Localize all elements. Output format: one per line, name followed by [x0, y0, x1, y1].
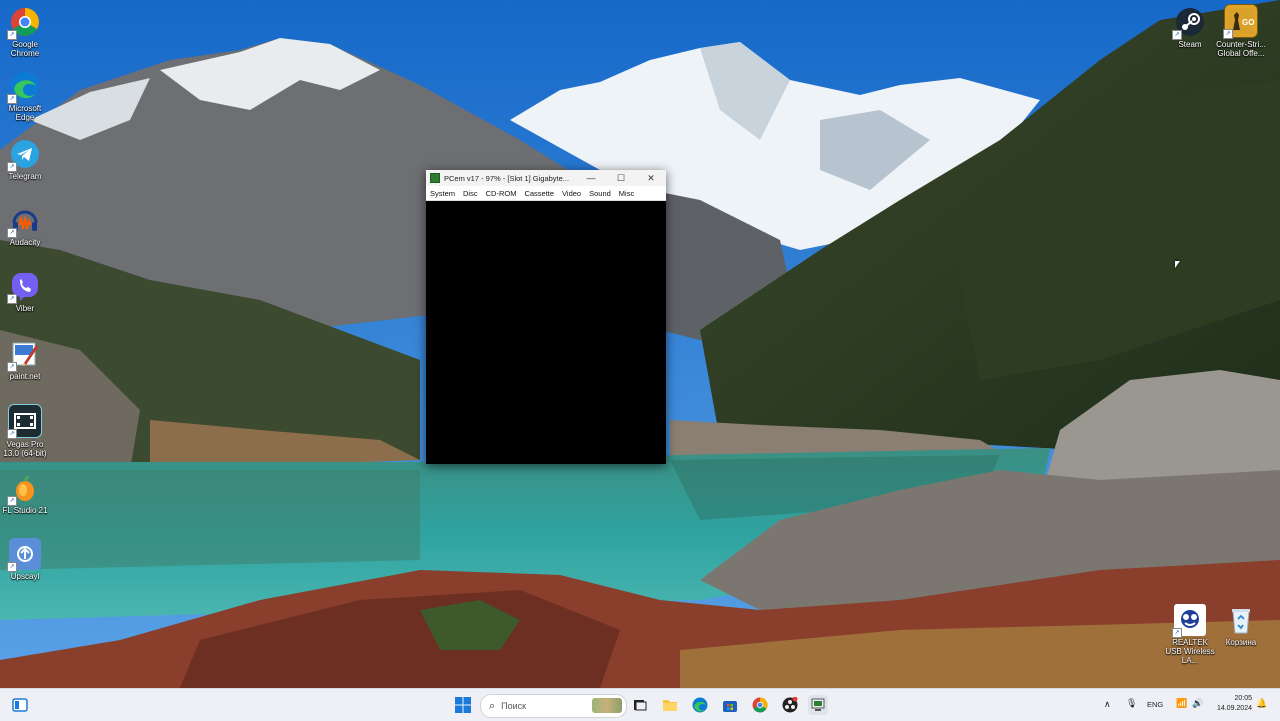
desktop-icon-csgo[interactable]: GO ↗ Counter-Stri... Global Offe...	[1216, 4, 1266, 58]
desktop-icon-label: Steam	[1178, 40, 1202, 49]
store-button[interactable]	[720, 695, 740, 715]
desktop-icon-label: Vegas Pro 13.0 (64-bit)	[3, 440, 47, 458]
menu-disc[interactable]: Disc	[459, 189, 482, 198]
widgets-icon	[12, 698, 28, 712]
chrome-taskbar-button[interactable]	[750, 695, 770, 715]
windows-start-icon	[455, 697, 471, 713]
desktop-icon-label: paint.net	[9, 372, 41, 381]
volume-icon[interactable]: 🔊	[1192, 698, 1203, 709]
pcem-icon	[811, 698, 825, 711]
wifi-icon[interactable]: 📶	[1176, 698, 1187, 709]
window-titlebar[interactable]: PCem v17 - 97% - [Slot 1] Gigabyte... — …	[426, 170, 666, 186]
clock-date: 14.09.2024	[1216, 705, 1252, 712]
realtek-usb-icon: ↗	[1172, 604, 1206, 638]
show-hidden-icons-chevron-icon[interactable]: ∧	[1104, 699, 1111, 710]
desktop-icon-label: Audacity	[9, 238, 41, 247]
desktop-icon-chrome[interactable]: ↗ Google Chrome	[0, 6, 50, 58]
desktop-icon-label: Google Chrome	[10, 40, 40, 58]
fl-studio-icon: ↗	[7, 472, 41, 506]
task-view-icon	[634, 700, 647, 711]
pcem-window[interactable]: PCem v17 - 97% - [Slot 1] Gigabyte... — …	[426, 170, 666, 464]
language-indicator[interactable]: ENG	[1147, 700, 1163, 709]
start-button[interactable]	[453, 695, 473, 715]
search-placeholder: Поиск	[501, 701, 527, 711]
mouse-cursor	[1175, 261, 1180, 268]
desktop-icon-label: REALTEK USB Wireless LA...	[1165, 638, 1215, 665]
desktop-icon-recycle-bin[interactable]: Корзина	[1216, 604, 1266, 647]
edge-taskbar-button[interactable]	[690, 695, 710, 715]
maximize-button[interactable]: ☐	[606, 170, 636, 186]
desktop-icon-label: Telegram	[8, 172, 42, 181]
desktop-icon-label: Viber	[15, 304, 35, 313]
desktop-icon-realtek[interactable]: ↗ REALTEK USB Wireless LA...	[1165, 604, 1215, 665]
obs-taskbar-button[interactable]	[780, 695, 800, 715]
edge-icon	[692, 697, 708, 713]
chrome-icon	[752, 697, 768, 713]
notification-bell-icon[interactable]: 🔔	[1256, 698, 1267, 709]
close-button[interactable]: ✕	[636, 170, 666, 186]
taskbar: ⌕ Поиск ∧ 🎙 ENG 📶 🔊 20:05 14.09.2024 🔔	[0, 688, 1280, 721]
store-icon	[723, 701, 737, 712]
audacity-icon: ↗	[7, 204, 41, 238]
clock[interactable]: 20:05 14.09.2024	[1217, 694, 1252, 714]
folder-icon	[663, 700, 677, 711]
widgets-button[interactable]	[10, 695, 30, 715]
telegram-icon: ↗	[7, 138, 41, 172]
desktop-icon-upscayl[interactable]: ↗ Upscayl	[0, 538, 50, 581]
desktop-icon-label: Upscayl	[10, 572, 40, 581]
svg-text:GO: GO	[1242, 18, 1254, 27]
desktop-icon-vegas[interactable]: ↗ Vegas Pro 13.0 (64-bit)	[0, 404, 50, 458]
menu-sound[interactable]: Sound	[585, 189, 615, 198]
viber-icon: ↗	[7, 270, 41, 304]
desktop-icon-label: Microsoft Edge	[8, 104, 42, 122]
menu-bar: System Disc CD-ROM Cassette Video Sound …	[426, 186, 666, 201]
menu-cdrom[interactable]: CD-ROM	[482, 189, 521, 198]
paintnet-icon: ↗	[7, 338, 41, 372]
desktop-icon-audacity[interactable]: ↗ Audacity	[0, 204, 50, 247]
desktop-icon-label: Корзина	[1225, 638, 1257, 647]
desktop-icon-label: FL Studio 21	[2, 506, 48, 515]
window-title: PCem v17 - 97% - [Slot 1] Gigabyte...	[444, 173, 570, 183]
task-view-button[interactable]	[630, 695, 650, 715]
menu-video[interactable]: Video	[558, 189, 585, 198]
recycle-bin-icon	[1225, 604, 1257, 636]
menu-cassette[interactable]: Cassette	[520, 189, 558, 198]
edge-icon: ↗	[7, 70, 41, 104]
chrome-icon: ↗	[7, 6, 41, 40]
desktop-icon-telegram[interactable]: ↗ Telegram	[0, 138, 50, 181]
desktop-icon-viber[interactable]: ↗ Viber	[0, 270, 50, 313]
pcem-taskbar-button[interactable]	[808, 695, 828, 715]
menu-misc[interactable]: Misc	[615, 189, 638, 198]
desktop-icon-flstudio[interactable]: ↗ FL Studio 21	[0, 472, 50, 515]
csgo-icon: GO ↗	[1223, 4, 1258, 39]
desktop-icon-label: Counter-Stri... Global Offe...	[1216, 40, 1266, 58]
taskbar-search[interactable]: ⌕ Поиск	[480, 694, 627, 718]
upscayl-icon: ↗	[7, 538, 41, 572]
emulator-screen[interactable]	[426, 201, 666, 464]
menu-system[interactable]: System	[426, 189, 459, 198]
search-icon: ⌕	[489, 699, 496, 712]
steam-icon: ↗	[1172, 6, 1206, 40]
search-highlight-image	[592, 698, 622, 713]
obs-icon	[782, 697, 798, 713]
microphone-icon[interactable]: 🎙	[1126, 698, 1137, 709]
desktop-icon-steam[interactable]: ↗ Steam	[1165, 6, 1215, 49]
vegas-pro-icon: ↗	[7, 404, 42, 439]
minimize-button[interactable]: —	[576, 170, 606, 186]
pcem-app-icon	[430, 173, 440, 183]
clock-time: 20:05	[1234, 695, 1252, 702]
desktop-icon-paintnet[interactable]: ↗ paint.net	[0, 338, 50, 381]
file-explorer-button[interactable]	[660, 695, 680, 715]
desktop-icon-edge[interactable]: ↗ Microsoft Edge	[0, 70, 50, 122]
